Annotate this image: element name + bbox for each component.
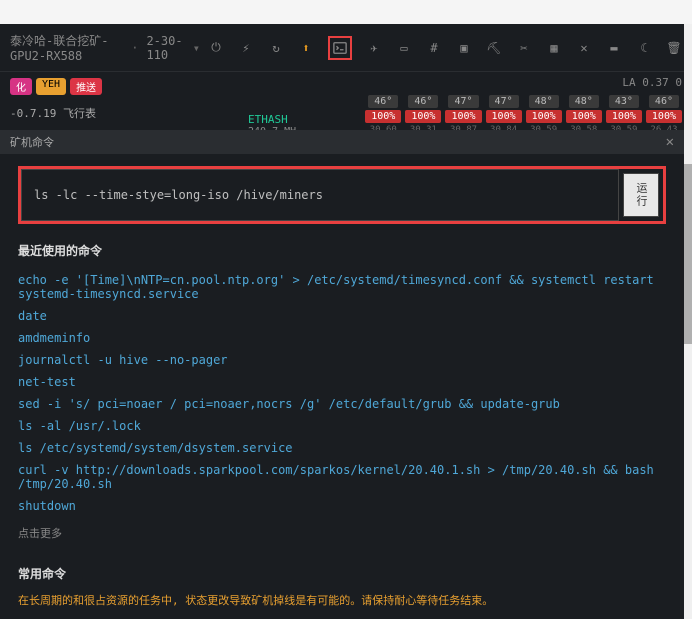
gpu-temp: 47°: [489, 95, 519, 108]
gpu-stat-cell: 46° 100% 30.60: [365, 95, 401, 135]
recent-command-item[interactable]: net-test: [18, 371, 666, 393]
modal-title: 矿机命令: [10, 134, 54, 150]
badge-3[interactable]: 推送: [70, 78, 102, 95]
load-average: LA 0.37 0: [622, 76, 682, 89]
header: 泰冷哈-联合挖矿-GPU2-RX588 · 2-30-110 ▾ ⏻ ⚡ ↻ ⬆…: [0, 24, 692, 72]
gpu-temp: 48°: [569, 95, 599, 108]
recent-command-item[interactable]: sed -i 's/ pci=noaer / pci=noaer,nocrs /…: [18, 393, 666, 415]
recent-command-item[interactable]: echo -e '[Time]\nNTP=cn.pool.ntp.org' > …: [18, 269, 666, 305]
gpu-temp: 46°: [408, 95, 438, 108]
gpu-temp: 48°: [529, 95, 559, 108]
sys-version: -0.7.19 飞行表: [10, 105, 96, 121]
bug-icon[interactable]: ✂: [516, 40, 532, 56]
upload-icon[interactable]: ⬆: [298, 40, 314, 56]
toolbar: ⏻ ⚡ ↻ ⬆ ✈ ▭ # ▣ ⛏ ✂ ▦ ✕ ▬ ☾ 🗑: [208, 36, 682, 60]
gpu-fan-pct: 100%: [405, 110, 441, 123]
recent-command-item[interactable]: shutdown: [18, 495, 666, 517]
close-icon[interactable]: ✕: [666, 134, 674, 150]
run-button[interactable]: 运行: [623, 173, 659, 217]
gpu-fan-pct: 100%: [526, 110, 562, 123]
recent-command-item[interactable]: journalctl -u hive --no-pager: [18, 349, 666, 371]
browser-chrome: [0, 0, 692, 24]
gpu-stat-cell: 47° 100% 30.84: [486, 95, 522, 135]
gpu-temp: 46°: [368, 95, 398, 108]
gpu-stat-cell: 47° 100% 30.87: [445, 95, 481, 135]
power-icon[interactable]: ⏻: [208, 40, 224, 56]
common-commands-title: 常用命令: [18, 565, 666, 582]
terminal-icon[interactable]: [328, 36, 352, 60]
more-link[interactable]: 点击更多: [18, 517, 666, 549]
case-icon[interactable]: ▭: [396, 40, 412, 56]
algo-label: ETHASH: [248, 113, 288, 126]
command-input-wrap: 运行: [18, 166, 666, 224]
tools-icon[interactable]: ✕: [576, 40, 592, 56]
gpu-fan-pct: 100%: [646, 110, 682, 123]
recent-command-item[interactable]: ls -al /usr/.lock: [18, 415, 666, 437]
gpu-temp: 43°: [609, 95, 639, 108]
minimize-icon[interactable]: ▬: [606, 40, 622, 56]
rig-name: 泰冷哈-联合挖矿-GPU2-RX588: [10, 32, 123, 63]
pick-icon[interactable]: ⛏: [486, 40, 502, 56]
scrollbar[interactable]: [684, 24, 692, 619]
gpu-stat-cell: 46° 100% 30.31: [405, 95, 441, 135]
gpu-stats-bar: 46° 100% 30.6046° 100% 30.3147° 100% 30.…: [365, 95, 682, 135]
modal-body: 运行 最近使用的命令 echo -e '[Time]\nNTP=cn.pool.…: [0, 154, 684, 619]
gpu-temp: 47°: [448, 95, 478, 108]
badge-2[interactable]: YEH: [36, 78, 66, 95]
gpu-fan-pct: 100%: [486, 110, 522, 123]
trash-icon[interactable]: 🗑: [666, 40, 682, 56]
plane-icon[interactable]: ✈: [366, 40, 382, 56]
dropdown-indicator[interactable]: ▾: [193, 41, 200, 55]
refresh-icon[interactable]: ↻: [268, 40, 284, 56]
grid-icon[interactable]: ▦: [546, 40, 562, 56]
moon-icon[interactable]: ☾: [636, 40, 652, 56]
separator: ·: [131, 41, 138, 55]
rig-id: 2-30-110: [146, 34, 184, 62]
warning-text: 在长周期的和很占资源的任务中, 状态更改导致矿机掉线是有可能的。请保持耐心等待任…: [18, 592, 666, 608]
la-label: LA: [622, 76, 635, 89]
hash-icon[interactable]: #: [426, 40, 442, 56]
bolt-icon[interactable]: ⚡: [238, 40, 254, 56]
recent-command-item[interactable]: date: [18, 305, 666, 327]
gpu-stat-cell: 46° 100% 26.43: [646, 95, 682, 135]
gpu-temp: 46°: [649, 95, 679, 108]
recent-command-item[interactable]: amdmeminfo: [18, 327, 666, 349]
gpu-stat-cell: 48° 100% 30.59: [526, 95, 562, 135]
recent-commands-title: 最近使用的命令: [18, 242, 666, 259]
badge-1[interactable]: 化: [10, 78, 32, 95]
gpu-fan-pct: 100%: [566, 110, 602, 123]
scrollbar-thumb[interactable]: [684, 164, 692, 344]
gpu-fan-pct: 100%: [365, 110, 401, 123]
recent-command-item[interactable]: ls /etc/systemd/system/dsystem.service: [18, 437, 666, 459]
command-input[interactable]: [21, 169, 619, 221]
gpu-stat-cell: 48° 100% 30.58: [566, 95, 602, 135]
gpu-fan-pct: 100%: [445, 110, 481, 123]
la-value: 0.37 0: [642, 76, 682, 89]
gpu-fan-pct: 100%: [606, 110, 642, 123]
recent-command-item[interactable]: curl -v http://downloads.sparkpool.com/s…: [18, 459, 666, 495]
recent-commands-list: echo -e '[Time]\nNTP=cn.pool.ntp.org' > …: [18, 269, 666, 517]
modal-header: 矿机命令 ✕: [0, 130, 684, 154]
gpu-stat-cell: 43° 100% 30.59: [606, 95, 642, 135]
chart-icon[interactable]: ▣: [456, 40, 472, 56]
